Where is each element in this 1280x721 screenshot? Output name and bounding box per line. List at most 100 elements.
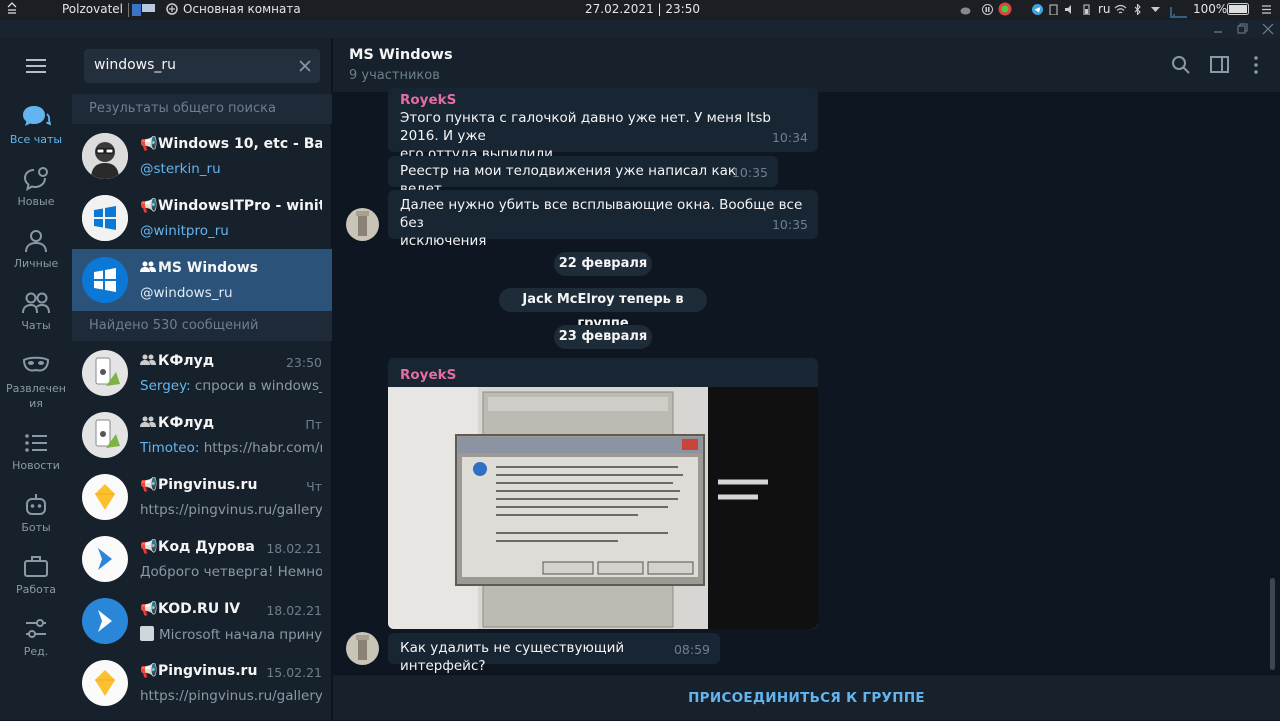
tray-cloud-icon[interactable] <box>960 4 971 15</box>
chat-title: КФлуд <box>158 353 215 369</box>
search-input[interactable]: windows_ru <box>84 49 320 83</box>
os-user-label: Polzovatel <box>62 2 124 16</box>
message-text: Далее нужно убить все всплывающие окна. … <box>400 197 803 231</box>
message-time: 10:35 <box>731 165 768 180</box>
conversation-title[interactable]: MS Windows <box>349 47 453 63</box>
message-preview: https://pingvinus.ru/gallery/3... <box>140 502 322 518</box>
list-item[interactable]: КФлуд 23:50 Sergey: спроси в windows_ru <box>72 342 332 404</box>
list-item[interactable]: 📢KOD.RU IV 18.02.21 Microsoft начала при… <box>72 590 332 652</box>
workspace-switcher-icon[interactable] <box>128 2 158 17</box>
found-messages-label: Найдено 530 сообщений <box>72 311 332 341</box>
tray-bluetooth-icon[interactable] <box>1132 4 1143 15</box>
group-icon <box>140 353 158 369</box>
join-group-button[interactable]: ПРИСОЕДИНИТЬСЯ К ГРУППЕ <box>333 674 1280 720</box>
tray-menu-icon[interactable] <box>1261 4 1272 15</box>
message-text: исключения <box>400 233 487 249</box>
message-bubble[interactable]: Как удалить не существующий интерфейс? 0… <box>388 633 720 674</box>
os-top-bar: Polzovatel Основная комната 27.02.2021 |… <box>0 0 1280 20</box>
tray-cpu-graph-icon[interactable] <box>1170 2 1188 18</box>
scrollbar[interactable] <box>1270 578 1275 670</box>
chat-list-panel: windows_ru Результаты общего поиска 📢Win… <box>72 38 332 720</box>
tray-media-icon[interactable] <box>982 4 993 15</box>
rail-item-news[interactable]: Новости <box>0 430 72 472</box>
channel-icon: 📢 <box>140 663 158 679</box>
message-text: Этого пункта с галочкой давно уже нет. У… <box>400 110 771 144</box>
channel-icon: 📢 <box>140 539 158 555</box>
window-app-icon <box>166 2 178 19</box>
os-datetime[interactable]: 27.02.2021 | 23:50 <box>585 2 700 16</box>
os-menu-icon[interactable] <box>6 1 18 18</box>
chat-title: Pingvinus.ru <box>158 477 258 493</box>
rail-item-entertainment[interactable]: Развлечения <box>0 352 72 411</box>
rail-label: Новые <box>17 195 55 208</box>
avatar <box>82 412 128 458</box>
sidebar-toggle-icon[interactable] <box>1210 55 1230 75</box>
list-item-selected[interactable]: MS Windows @windows_ru <box>72 249 332 311</box>
tray-battery-icon[interactable] <box>1227 3 1251 16</box>
channel-icon: 📢 <box>140 198 158 214</box>
close-window-icon[interactable] <box>1262 23 1274 35</box>
folders-rail: Все чаты Новые Личные Чаты Развлечения Н… <box>0 38 72 720</box>
tray-app-icon[interactable] <box>998 2 1012 16</box>
mask-icon <box>22 356 50 372</box>
tray-dropdown-icon[interactable] <box>1150 4 1161 15</box>
rail-item-bots[interactable]: Боты <box>0 492 72 534</box>
rail-label: Новости <box>12 459 60 472</box>
message-time: 08:59 <box>673 642 710 657</box>
avatar <box>82 660 128 706</box>
message-preview: Microsoft начала прину... <box>159 627 322 643</box>
windows-logo-icon <box>82 257 128 303</box>
message-bubble[interactable]: RoyekS Этого пункта с галочкой давно уже… <box>388 88 818 162</box>
message-author[interactable]: RoyekS <box>400 91 806 109</box>
avatar <box>82 350 128 396</box>
sender-avatar[interactable] <box>346 208 379 241</box>
date-separator: 23 февраля <box>554 325 652 349</box>
rail-item-all-chats[interactable]: Все чаты <box>0 104 72 146</box>
group-icon <box>140 260 158 276</box>
tray-lang[interactable]: ru <box>1098 2 1111 16</box>
rail-label: Развлечения <box>6 382 66 410</box>
chat-title: Windows 10, etc - Вади... <box>158 136 322 152</box>
window-titlebar <box>0 20 1280 38</box>
message-author[interactable]: RoyekS <box>400 366 456 384</box>
message-photo[interactable] <box>388 387 818 629</box>
rail-item-work[interactable]: Работа <box>0 554 72 596</box>
channel-icon: 📢 <box>140 601 158 617</box>
photo-message-bubble[interactable]: RoyekS <box>388 358 818 629</box>
service-message: Jack McElroy теперь в группе <box>499 288 707 331</box>
message-bubble[interactable]: Реестр на мои телодвижения уже написал к… <box>388 156 778 197</box>
rail-label: Ред. <box>23 645 49 658</box>
list-item[interactable]: 📢Pingvinus.ru Чт https://pingvinus.ru/ga… <box>72 466 332 528</box>
list-item[interactable]: 📢Код Дурова 18.02.21 Доброго четверга! Н… <box>72 528 332 590</box>
hamburger-menu-icon[interactable] <box>26 58 46 74</box>
restore-icon[interactable] <box>1237 23 1249 35</box>
message-time: 10:34 <box>771 130 808 145</box>
rail-item-new[interactable]: Новые <box>0 166 72 208</box>
list-item[interactable]: КФлуд Пт Timoteo: https://habr.com/r... <box>72 404 332 466</box>
minimize-icon[interactable] <box>1213 24 1223 34</box>
tray-battery-small-icon[interactable] <box>1081 4 1092 15</box>
more-options-icon[interactable] <box>1246 55 1266 75</box>
clear-search-icon[interactable] <box>299 60 311 72</box>
chat-username: @winitpro_ru <box>140 223 229 239</box>
tray-volume-icon[interactable] <box>1064 4 1075 15</box>
rail-label: Личные <box>13 257 59 270</box>
tray-battery-percent: 100% <box>1193 2 1228 16</box>
message-bubble[interactable]: Далее нужно убить все всплывающие окна. … <box>388 190 818 249</box>
document-icon <box>140 626 154 641</box>
conversation-header[interactable]: MS Windows 9 участников <box>333 38 1280 92</box>
list-item[interactable]: 📢Windows 10, etc - Вади... @sterkin_ru <box>72 125 332 187</box>
tray-clipboard-icon[interactable] <box>1048 4 1059 15</box>
rail-item-groups[interactable]: Чаты <box>0 290 72 332</box>
list-item[interactable]: 📢WindowsITPro - winitpr... @winitpro_ru <box>72 187 332 249</box>
tray-wifi-icon[interactable] <box>1114 4 1127 15</box>
chat-time: Чт <box>306 479 322 494</box>
rail-label: Все чаты <box>9 133 63 146</box>
rail-label: Работа <box>15 583 57 596</box>
sender-avatar[interactable] <box>346 632 379 665</box>
rail-item-edit[interactable]: Ред. <box>0 616 72 658</box>
list-item[interactable]: 📢Pingvinus.ru 15.02.21 https://pingvinus… <box>72 652 332 714</box>
search-icon[interactable] <box>1171 55 1191 75</box>
tray-telegram-icon[interactable] <box>1032 4 1043 15</box>
rail-item-personal[interactable]: Личные <box>0 228 72 270</box>
